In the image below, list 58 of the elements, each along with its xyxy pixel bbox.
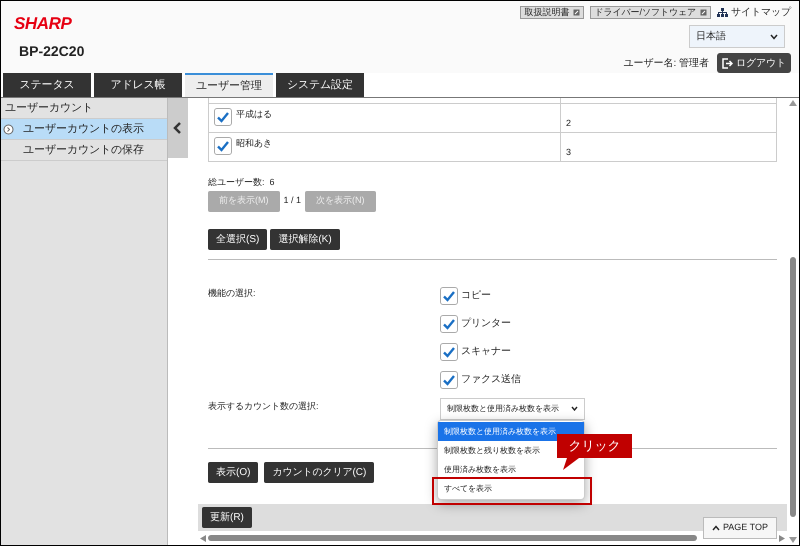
manual-link-button[interactable]: ドライバー/ソフトウェア: [590, 6, 711, 19]
external-link-icon: [573, 9, 580, 16]
scroll-up-icon[interactable]: [789, 100, 797, 106]
collapse-button[interactable]: [168, 98, 188, 158]
scrollbar-thumb[interactable]: [208, 535, 697, 541]
action-button[interactable]: カウントのクリア(C): [264, 462, 374, 482]
tab[interactable]: ユーザー管理: [185, 73, 273, 97]
checkbox[interactable]: [214, 108, 232, 126]
tab[interactable]: ステータス: [3, 73, 91, 97]
tooltip-tail-icon: [563, 458, 579, 470]
scroll-down-icon[interactable]: [789, 537, 797, 543]
scroll-right-icon[interactable]: [779, 534, 785, 542]
click-tooltip: クリック: [557, 434, 632, 470]
sitemap-icon: [717, 8, 728, 18]
chevron-circle-icon: [3, 124, 14, 134]
function-option-label: ファクス送信: [461, 373, 521, 387]
chevron-left-icon: [173, 121, 183, 135]
chevron-down-icon: [571, 406, 578, 411]
user-name-cell-text: 昭和あき: [236, 137, 272, 150]
checkbox[interactable]: [440, 370, 458, 388]
function-option-label: スキャナー: [461, 345, 511, 359]
logout-icon: [722, 58, 733, 68]
count-cell-text: 2: [565, 117, 572, 130]
function-option-label: プリンター: [461, 316, 511, 331]
checkbox[interactable]: [440, 286, 458, 304]
checkbox[interactable]: [440, 342, 458, 360]
sidebar-item[interactable]: ユーザーカウントの表示: [1, 119, 167, 140]
user-name-label: ユーザー名: 管理者: [623, 56, 709, 70]
language-select[interactable]: 日本語: [689, 25, 785, 48]
logout-button[interactable]: ログアウト: [717, 53, 791, 73]
checkbox[interactable]: [440, 314, 458, 332]
checkbox[interactable]: [214, 137, 232, 155]
scrollbar-thumb[interactable]: [790, 257, 796, 517]
sitemap-link[interactable]: サイトマップ: [717, 5, 791, 20]
page-top-button[interactable]: PAGE TOP: [702, 516, 777, 538]
select-button[interactable]: 全選択(S): [208, 228, 268, 250]
tab[interactable]: アドレス帳: [94, 73, 182, 97]
function-option-label: コピー: [461, 289, 491, 303]
chevron-up-icon: [712, 524, 720, 530]
manual-link-button[interactable]: 取扱説明書: [520, 6, 584, 19]
page-indicator: 1 / 1: [284, 194, 302, 208]
action-button[interactable]: 表示(O): [208, 462, 258, 482]
refresh-button[interactable]: 更新(R): [202, 507, 252, 528]
select-button[interactable]: 選択解除(K): [270, 228, 340, 250]
user-name-cell-text: 平成はる: [236, 108, 272, 121]
count-select-label: 表示するカウント数の選択:: [208, 400, 320, 412]
count-select[interactable]: 制限枚数と使用済み枚数を表示: [440, 398, 585, 420]
model-name: BP-22C20: [18, 42, 84, 60]
external-link-icon: [700, 9, 707, 16]
dropdown-option[interactable]: すべてを表示: [438, 479, 584, 498]
function-label: 機能の選択:: [208, 286, 257, 300]
scroll-left-icon[interactable]: [200, 534, 206, 542]
chevron-down-icon: [770, 34, 778, 40]
brand-logo: SHARP: [14, 13, 73, 35]
count-cell-text: 3: [565, 146, 572, 159]
total-users-label: 総ユーザー数: 6: [208, 176, 276, 189]
tab[interactable]: システム設定: [276, 73, 364, 97]
dropdown-option[interactable]: 制限枚数と使用済み枚数を表示: [438, 422, 584, 441]
